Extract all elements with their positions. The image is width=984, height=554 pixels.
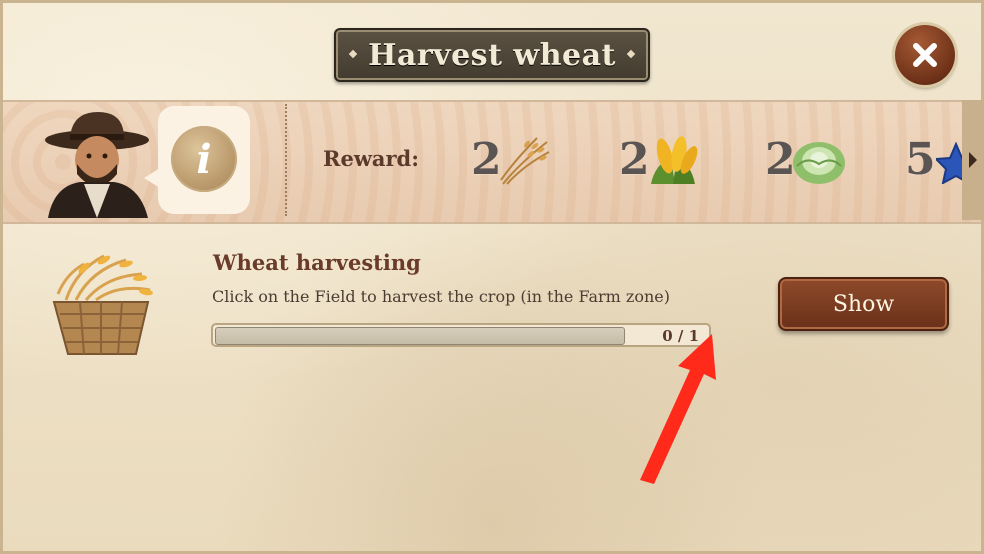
info-icon: i xyxy=(171,126,237,192)
wheat-basket-icon xyxy=(52,254,153,355)
reward-star-qty: 5 xyxy=(905,134,936,185)
corn-icon xyxy=(651,136,698,184)
wheat-icon xyxy=(500,137,550,185)
reward-scroll-right-button[interactable] xyxy=(962,100,984,220)
task-title: Wheat harvesting xyxy=(213,250,421,275)
progress-fill xyxy=(215,327,625,345)
annotation-arrow-icon xyxy=(640,334,716,484)
info-bubble[interactable]: i xyxy=(144,106,250,214)
star-icon xyxy=(936,141,964,184)
dialog-title: Harvest wheat xyxy=(368,37,616,73)
chevron-right-icon xyxy=(969,152,977,168)
show-button[interactable]: Show xyxy=(778,277,949,331)
farmer-portrait-icon xyxy=(45,112,149,218)
cabbage-icon xyxy=(793,142,845,184)
reward-divider xyxy=(285,104,287,216)
dialog-title-plate: Harvest wheat xyxy=(334,28,650,82)
task-description: Click on the Field to harvest the crop (… xyxy=(212,287,670,306)
close-x-icon xyxy=(913,43,937,67)
reward-label: Reward: xyxy=(323,146,419,171)
close-button[interactable] xyxy=(895,25,955,85)
